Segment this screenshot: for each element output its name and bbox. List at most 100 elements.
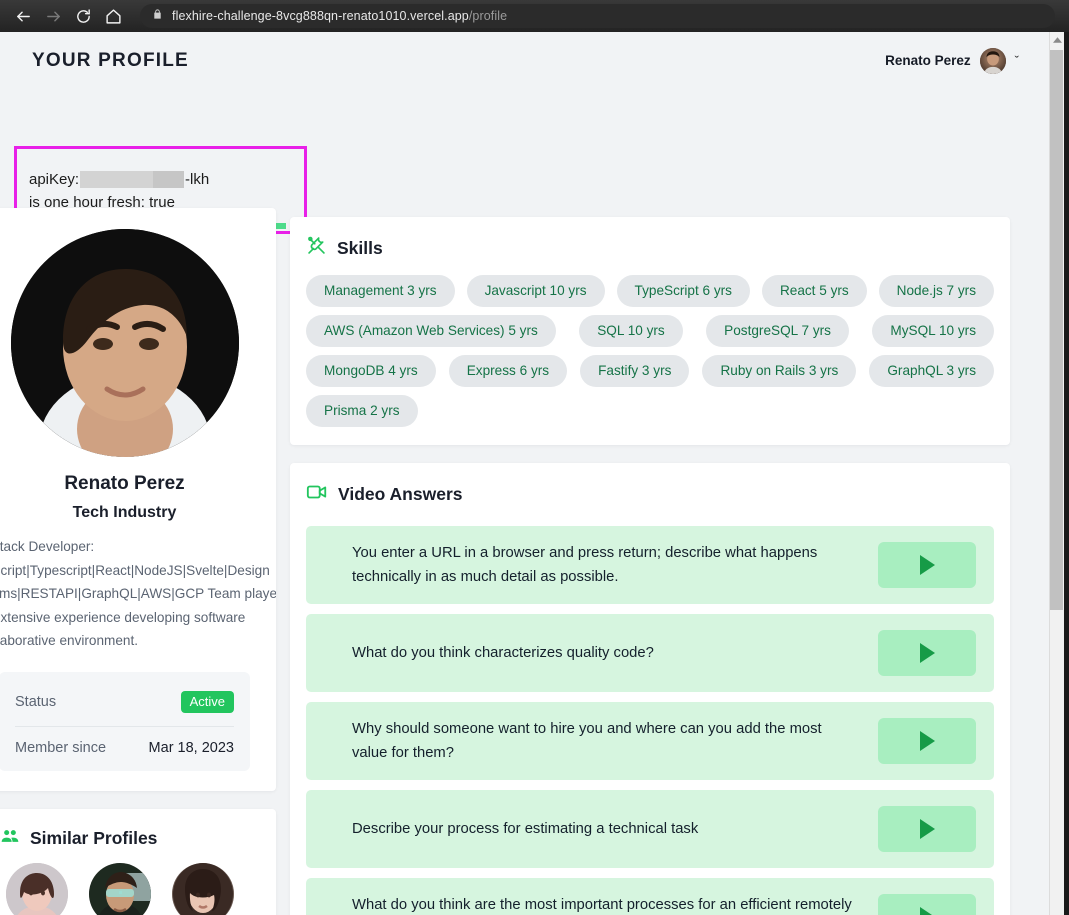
skill-pill[interactable]: MySQL 10 yrs bbox=[872, 315, 994, 347]
play-button[interactable] bbox=[878, 894, 976, 915]
video-question: Why should someone want to hire you and … bbox=[352, 721, 822, 761]
user-menu-name: Renato Perez bbox=[885, 53, 971, 68]
similar-profile-item[interactable]: Kojstantin bbox=[0, 862, 74, 915]
page-title: YOUR PROFILE bbox=[32, 49, 189, 71]
similar-avatar-natie bbox=[171, 862, 234, 915]
skill-pill[interactable]: MongoDB 4 yrs bbox=[306, 355, 436, 387]
skill-pill[interactable]: Javascript 10 yrs bbox=[466, 275, 605, 307]
reload-icon bbox=[75, 8, 92, 25]
skills-title: Skills bbox=[337, 237, 383, 258]
people-group-icon bbox=[0, 826, 20, 851]
skills-list: Management 3 yrs Javascript 10 yrs TypeS… bbox=[306, 275, 994, 427]
similar-profiles-list: Kojstantin bbox=[0, 862, 262, 915]
similar-avatar-james bbox=[88, 862, 151, 915]
video-answers-list: You enter a URL in a browser and press r… bbox=[306, 526, 994, 915]
right-column: Skills Management 3 yrs Javascript 10 yr… bbox=[290, 217, 1010, 915]
home-button[interactable] bbox=[98, 1, 128, 31]
video-answer-row[interactable]: Why should someone want to hire you and … bbox=[306, 702, 994, 780]
profile-bio-line: in collaborative environment. bbox=[0, 633, 139, 648]
url-host: flexhire-challenge-8vcg888qn-renato1010.… bbox=[172, 9, 469, 23]
skills-heading: Skills bbox=[306, 235, 994, 261]
skill-pill[interactable]: Fastify 3 yrs bbox=[580, 355, 690, 387]
skill-pill[interactable]: AWS (Amazon Web Services) 5 yrs bbox=[306, 315, 556, 347]
video-question: What do you think are the most important… bbox=[352, 897, 852, 913]
scrollbar-thumb[interactable] bbox=[1050, 50, 1063, 610]
window-edge bbox=[1064, 32, 1069, 915]
scroll-up-arrow-icon[interactable] bbox=[1050, 32, 1064, 48]
similar-profile-item[interactable]: James bbox=[82, 862, 157, 915]
skill-pill[interactable]: TypeScript 6 yrs bbox=[616, 275, 750, 307]
profile-bio-line: with extensive experience developing sof… bbox=[0, 609, 246, 625]
play-icon bbox=[919, 731, 935, 751]
back-button[interactable] bbox=[8, 1, 38, 31]
similar-avatar-kojstantin bbox=[5, 862, 68, 915]
apikey-line: apiKey: -lkh bbox=[29, 171, 304, 188]
url-text: flexhire-challenge-8vcg888qn-renato1010.… bbox=[172, 9, 507, 23]
play-button[interactable] bbox=[878, 542, 976, 588]
url-path: /profile bbox=[468, 9, 508, 23]
skill-pill[interactable]: SQL 10 yrs bbox=[579, 315, 683, 347]
back-arrow-icon bbox=[15, 8, 32, 25]
skill-pill[interactable]: Management 3 yrs bbox=[306, 275, 455, 307]
similar-profiles-card: Similar Profiles Kojstantin bbox=[0, 808, 276, 915]
profile-bio-line: Javascript|Typescript|React|NodeJS|Svelt… bbox=[0, 562, 270, 578]
play-button[interactable] bbox=[878, 630, 976, 676]
video-answers-heading: Video Answers bbox=[306, 481, 994, 508]
user-menu[interactable]: Renato Perez ˇ bbox=[885, 47, 1019, 74]
similar-profiles-title: Similar Profiles bbox=[30, 827, 158, 848]
profile-bio-line: Systems|RESTAPI|GraphQL|AWS|GCP Team pla… bbox=[0, 586, 276, 601]
left-column: Renato Perez Tech Industry Full Stack De… bbox=[0, 208, 276, 915]
play-button[interactable] bbox=[878, 806, 976, 852]
video-answers-card: Video Answers You enter a URL in a brows… bbox=[290, 463, 1010, 915]
member-since-label: Member since bbox=[15, 739, 107, 756]
tools-icon bbox=[306, 235, 327, 261]
video-answer-row[interactable]: What do you think characterizes quality … bbox=[306, 614, 994, 692]
video-camera-icon bbox=[306, 481, 328, 508]
reload-button[interactable] bbox=[68, 1, 98, 31]
profile-bio-line: Full Stack Developer: bbox=[0, 539, 95, 554]
profile-photo bbox=[10, 229, 239, 457]
video-answer-row[interactable]: You enter a URL in a browser and press r… bbox=[306, 526, 994, 604]
video-question: You enter a URL in a browser and press r… bbox=[352, 545, 818, 585]
play-button[interactable] bbox=[878, 718, 976, 764]
home-icon bbox=[105, 8, 122, 25]
vertical-scrollbar[interactable] bbox=[1049, 32, 1064, 915]
status-row: Status Active bbox=[15, 686, 234, 726]
lock-icon bbox=[152, 7, 163, 25]
browser-toolbar: flexhire-challenge-8vcg888qn-renato1010.… bbox=[0, 0, 1069, 32]
play-icon bbox=[919, 643, 935, 663]
apikey-redacted-value bbox=[80, 171, 185, 188]
similar-profile-item[interactable]: Natie bbox=[165, 862, 240, 915]
address-bar[interactable]: flexhire-challenge-8vcg888qn-renato1010.… bbox=[140, 4, 1055, 28]
skill-pill[interactable]: Prisma 2 yrs bbox=[306, 395, 418, 427]
skill-pill[interactable]: React 5 yrs bbox=[761, 275, 867, 307]
skill-pill[interactable]: GraphQL 3 yrs bbox=[869, 355, 994, 387]
app-header: YOUR PROFILE Renato Perez ˇ bbox=[0, 32, 1049, 89]
play-icon bbox=[919, 907, 935, 915]
member-since-value: Mar 18, 2023 bbox=[148, 739, 234, 756]
user-avatar bbox=[979, 47, 1006, 74]
video-question: Describe your process for estimating a t… bbox=[352, 821, 699, 837]
video-question: What do you think characterizes quality … bbox=[352, 645, 654, 661]
skill-pill[interactable]: Express 6 yrs bbox=[448, 355, 568, 387]
profile-card: Renato Perez Tech Industry Full Stack De… bbox=[0, 208, 276, 791]
profile-industry: Tech Industry bbox=[72, 504, 177, 521]
chevron-down-icon[interactable]: ˇ bbox=[1015, 54, 1019, 67]
status-box: Status Active Member since Mar 18, 2023 bbox=[0, 671, 250, 771]
status-label: Status bbox=[15, 693, 57, 710]
apikey-suffix: -lkh bbox=[185, 171, 210, 188]
profile-bio: Full Stack Developer: Javascript|Typescr… bbox=[0, 535, 276, 653]
video-answer-row[interactable]: What do you think are the most important… bbox=[306, 878, 994, 915]
video-answers-title: Video Answers bbox=[338, 484, 463, 504]
skill-pill[interactable]: Node.js 7 yrs bbox=[878, 275, 994, 307]
forward-button[interactable] bbox=[38, 1, 68, 31]
play-icon bbox=[919, 819, 935, 839]
profile-name: Renato Perez bbox=[64, 473, 185, 494]
forward-arrow-icon bbox=[45, 8, 62, 25]
apikey-label: apiKey: bbox=[29, 171, 80, 188]
play-icon bbox=[919, 555, 935, 575]
skill-pill[interactable]: PostgreSQL 7 yrs bbox=[706, 315, 849, 347]
skill-pill[interactable]: Ruby on Rails 3 yrs bbox=[702, 355, 857, 387]
similar-profiles-heading: Similar Profiles bbox=[0, 826, 262, 851]
video-answer-row[interactable]: Describe your process for estimating a t… bbox=[306, 790, 994, 868]
